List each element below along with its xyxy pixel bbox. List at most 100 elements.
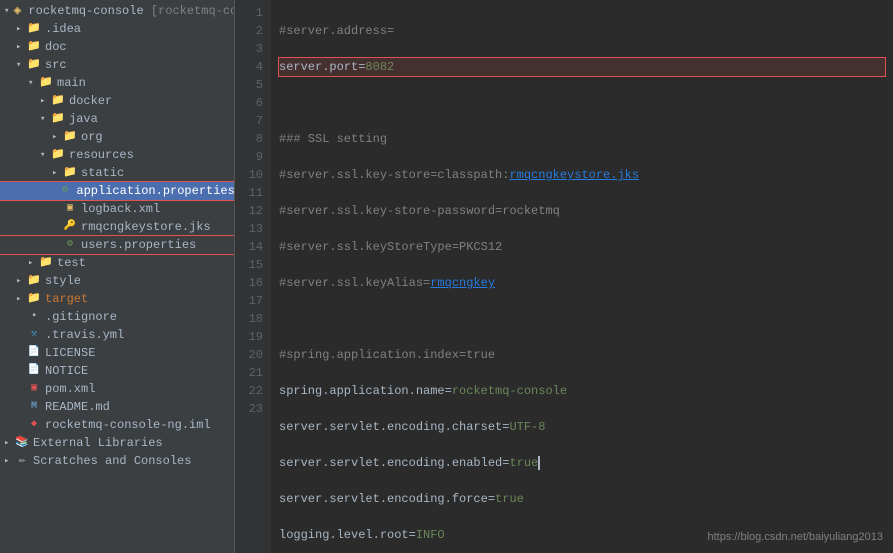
sidebar-item-logback[interactable]: ▣ logback.xml bbox=[0, 200, 234, 218]
item-label: Scratches and Consoles bbox=[33, 454, 191, 468]
code-line-10: #spring.application.index=true bbox=[279, 346, 885, 364]
sidebar-item-users-properties[interactable]: ⚙ users.properties bbox=[0, 236, 234, 254]
folder-icon bbox=[50, 111, 66, 127]
arrow-icon bbox=[16, 312, 26, 322]
code-line-14: server.servlet.encoding.force=true bbox=[279, 490, 885, 508]
arrow-icon bbox=[40, 96, 50, 106]
arrow-icon bbox=[16, 348, 26, 358]
item-label: style bbox=[45, 274, 81, 288]
maven-icon: ▣ bbox=[26, 381, 42, 397]
travis-icon: ⚒ bbox=[26, 327, 42, 343]
item-label: rocketmq-console-ng.iml bbox=[45, 418, 211, 432]
sidebar-item-java[interactable]: java bbox=[0, 110, 234, 128]
folder-icon bbox=[62, 129, 78, 145]
sidebar-item-external-libraries[interactable]: 📚 External Libraries bbox=[0, 434, 234, 452]
item-label: logback.xml bbox=[81, 202, 160, 216]
arrow-icon bbox=[16, 24, 26, 34]
code-line-13: server.servlet.encoding.enabled=true bbox=[279, 454, 885, 472]
git-icon: ▪ bbox=[26, 309, 42, 325]
item-label: NOTICE bbox=[45, 364, 88, 378]
item-label: LICENSE bbox=[45, 346, 95, 360]
arrow-icon bbox=[16, 60, 26, 70]
code-line-3 bbox=[279, 94, 885, 112]
arrow-icon bbox=[52, 168, 62, 178]
sidebar-item-license[interactable]: 📄 LICENSE bbox=[0, 344, 234, 362]
sidebar-item-idea[interactable]: .idea bbox=[0, 20, 234, 38]
notice-icon: 📄 bbox=[26, 363, 42, 379]
item-label: org bbox=[81, 130, 103, 144]
sidebar-item-notice[interactable]: 📄 NOTICE bbox=[0, 362, 234, 380]
code-line-2: server.port=8082 bbox=[279, 58, 885, 76]
item-label: External Libraries bbox=[33, 436, 163, 450]
code-line-11: spring.application.name=rocketmq-console bbox=[279, 382, 885, 400]
item-label: static bbox=[81, 166, 124, 180]
item-label: .gitignore bbox=[45, 310, 117, 324]
arrow-icon bbox=[52, 222, 62, 232]
sidebar-item-gitignore[interactable]: ▪ .gitignore bbox=[0, 308, 234, 326]
project-icon: ◈ bbox=[9, 3, 25, 19]
sidebar-item-org[interactable]: org bbox=[0, 128, 234, 146]
arrow-icon bbox=[16, 384, 26, 394]
sidebar-item-main[interactable]: main bbox=[0, 74, 234, 92]
arrow-icon bbox=[28, 258, 38, 268]
code-line-9 bbox=[279, 310, 885, 328]
item-label: .idea bbox=[45, 22, 81, 36]
code-line-1: #server.address= bbox=[279, 22, 885, 40]
line-numbers: 12345 678910 1112131415 1617181920 21222… bbox=[235, 0, 271, 553]
item-label: target bbox=[45, 292, 88, 306]
code-line-6: #server.ssl.key-store-password=rocketmq bbox=[279, 202, 885, 220]
code-line-4: ### SSL setting bbox=[279, 130, 885, 148]
sidebar-item-static[interactable]: static bbox=[0, 164, 234, 182]
arrow-icon bbox=[16, 276, 26, 286]
sidebar-item-scratches[interactable]: ✏ Scratches and Consoles bbox=[0, 452, 234, 470]
folder-icon bbox=[38, 75, 54, 91]
folder-icon bbox=[62, 165, 78, 181]
arrow-icon bbox=[16, 330, 26, 340]
item-label: main bbox=[57, 76, 86, 90]
file-tree[interactable]: ◈ rocketmq-console [rocketmq-console-ng]… bbox=[0, 0, 235, 553]
code-line-7: #server.ssl.keyStoreType=PKCS12 bbox=[279, 238, 885, 256]
sidebar-item-doc[interactable]: doc bbox=[0, 38, 234, 56]
item-label: pom.xml bbox=[45, 382, 95, 396]
arrow-icon bbox=[4, 438, 14, 448]
folder-icon bbox=[26, 273, 42, 289]
folder-icon bbox=[26, 57, 42, 73]
sidebar-item-src[interactable]: src bbox=[0, 56, 234, 74]
sidebar-item-style[interactable]: style bbox=[0, 272, 234, 290]
sidebar-item-jks[interactable]: 🔑 rmqcngkeystore.jks bbox=[0, 218, 234, 236]
code-editor: 12345 678910 1112131415 1617181920 21222… bbox=[235, 0, 893, 553]
sidebar-item-iml[interactable]: ◆ rocketmq-console-ng.iml bbox=[0, 416, 234, 434]
folder-icon bbox=[50, 147, 66, 163]
sidebar-item-readme[interactable]: M README.md bbox=[0, 398, 234, 416]
lib-icon: 📚 bbox=[14, 435, 30, 451]
item-label: application.properties bbox=[76, 184, 234, 198]
project-label: rocketmq-console [rocketmq-console-ng] F… bbox=[28, 4, 235, 18]
folder-icon bbox=[38, 255, 54, 271]
arrow-icon bbox=[16, 420, 26, 430]
arrow-icon bbox=[40, 150, 50, 160]
item-label: doc bbox=[45, 40, 67, 54]
item-label: rmqcngkeystore.jks bbox=[81, 220, 211, 234]
sidebar-item-travis[interactable]: ⚒ .travis.yml bbox=[0, 326, 234, 344]
prop-icon: ⚙ bbox=[57, 183, 73, 199]
item-label: docker bbox=[69, 94, 112, 108]
sidebar-item-application-properties[interactable]: ⚙ application.properties bbox=[0, 182, 234, 200]
code-line-5: #server.ssl.key-store=classpath:rmqcngke… bbox=[279, 166, 885, 184]
jks-icon: 🔑 bbox=[62, 219, 78, 235]
prop-icon: ⚙ bbox=[62, 237, 78, 253]
sidebar-item-resources[interactable]: resources bbox=[0, 146, 234, 164]
sidebar-item-pom[interactable]: ▣ pom.xml bbox=[0, 380, 234, 398]
sidebar-item-test[interactable]: test bbox=[0, 254, 234, 272]
arrow-icon bbox=[28, 78, 38, 88]
arrow-icon bbox=[16, 294, 26, 304]
arrow-icon bbox=[40, 114, 50, 124]
arrow-icon bbox=[52, 240, 62, 250]
sidebar-item-rocketmq-console[interactable]: ◈ rocketmq-console [rocketmq-console-ng]… bbox=[0, 2, 234, 20]
sidebar-item-target[interactable]: target bbox=[0, 290, 234, 308]
arrow-icon bbox=[16, 42, 26, 52]
iml-icon: ◆ bbox=[26, 417, 42, 433]
arrow-icon bbox=[52, 132, 62, 142]
sidebar-item-docker[interactable]: docker bbox=[0, 92, 234, 110]
folder-icon bbox=[26, 291, 42, 307]
md-icon: M bbox=[26, 399, 42, 415]
